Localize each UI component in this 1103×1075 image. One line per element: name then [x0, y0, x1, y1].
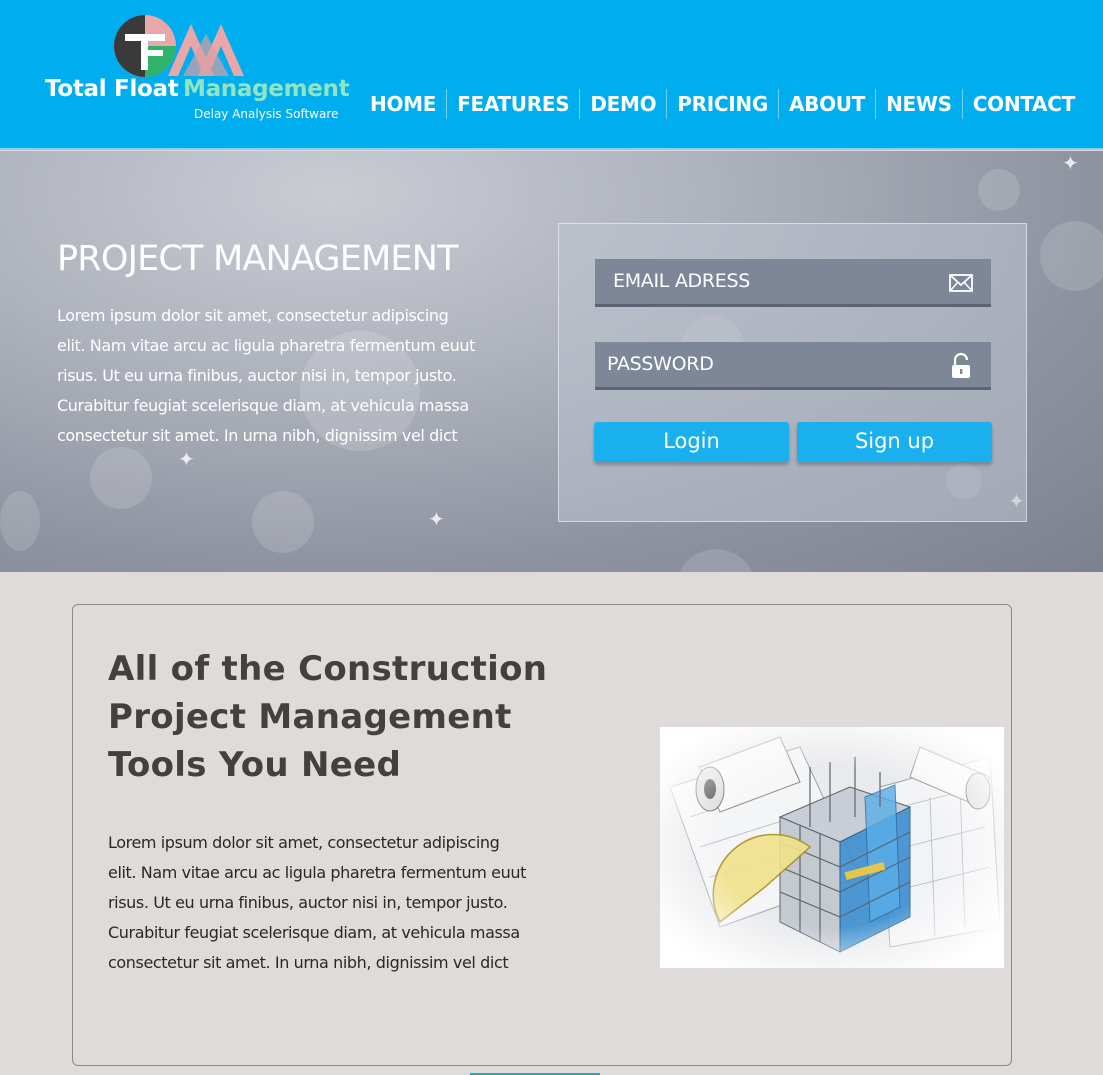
login-button[interactable]: Login — [594, 422, 789, 462]
login-panel: EMAIL ADRESS PASSWORD Login Sign up — [558, 223, 1027, 522]
feature-title-line: Project Management — [108, 697, 512, 737]
feature-card: All of the Construction Project Manageme… — [72, 604, 1012, 1066]
construction-illustration — [660, 727, 1004, 968]
logo-text-management: Management — [183, 76, 350, 102]
feature-title-line: All of the Construction — [108, 649, 548, 689]
nav-demo[interactable]: DEMO — [580, 89, 668, 119]
main-nav: HOME FEATURES DEMO PRICING ABOUT NEWS CO… — [360, 88, 1085, 120]
nav-features[interactable]: FEATURES — [447, 89, 581, 119]
logo-mark-icon — [114, 15, 244, 77]
logo[interactable]: Total Float Management Delay Analysis So… — [45, 12, 350, 127]
building-blueprint-image — [660, 727, 1004, 968]
hero-description: Lorem ipsum dolor sit amet, consectetur … — [57, 306, 475, 445]
bokeh-decoration — [90, 447, 152, 509]
feature-title-line: Tools You Need — [108, 745, 402, 785]
password-placeholder: PASSWORD — [607, 353, 714, 375]
hero-section: ✦ ✦ ✦ ✦ PROJECT MANAGEMENT Lorem ipsum d… — [0, 151, 1103, 572]
nav-contact[interactable]: CONTACT — [963, 89, 1085, 119]
hero-title: PROJECT MANAGEMENT — [57, 239, 459, 279]
email-placeholder: EMAIL ADRESS — [613, 270, 750, 292]
nav-news[interactable]: NEWS — [876, 89, 963, 119]
email-field[interactable]: EMAIL ADRESS — [595, 259, 991, 307]
site-header: Total Float Management Delay Analysis So… — [0, 0, 1103, 150]
bokeh-decoration — [0, 491, 40, 551]
logo-tagline: Delay Analysis Software — [194, 107, 339, 121]
nav-pricing[interactable]: PRICING — [667, 89, 779, 119]
bokeh-decoration — [978, 169, 1020, 211]
feature-title: All of the Construction Project Manageme… — [108, 645, 568, 789]
feature-description: Lorem ipsum dolor sit amet, consectetur … — [108, 833, 526, 972]
sparkle-decoration: ✦ — [1062, 153, 1079, 175]
unlock-icon — [952, 352, 970, 378]
bokeh-decoration — [1040, 221, 1103, 291]
bokeh-decoration — [252, 491, 314, 553]
logo-text-total-float: Total Float — [45, 76, 179, 102]
sparkle-decoration: ✦ — [428, 509, 445, 531]
envelope-icon — [949, 274, 973, 292]
nav-about[interactable]: ABOUT — [779, 89, 877, 119]
signup-button[interactable]: Sign up — [797, 422, 992, 462]
bokeh-decoration — [676, 549, 756, 572]
nav-home[interactable]: HOME — [360, 89, 448, 119]
password-field[interactable]: PASSWORD — [595, 342, 991, 390]
